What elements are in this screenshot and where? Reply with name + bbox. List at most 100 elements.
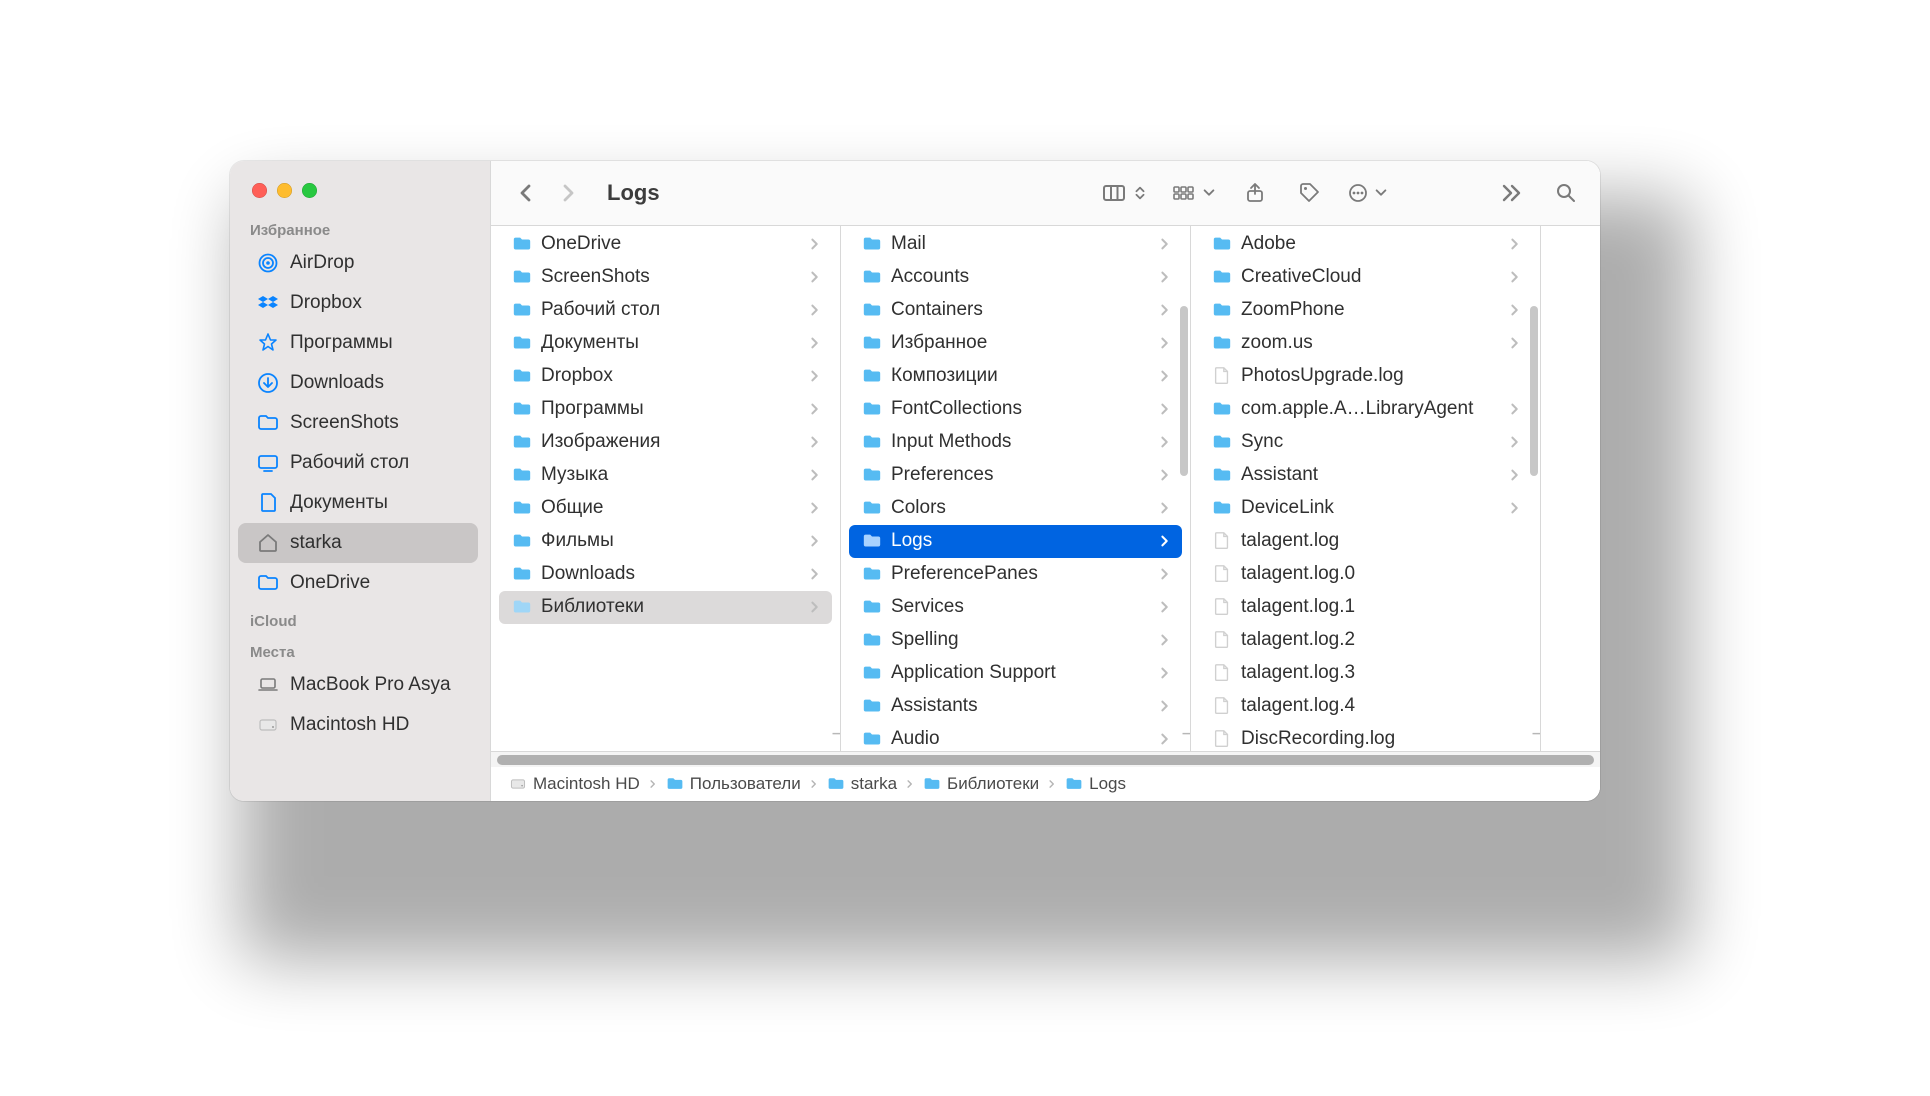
folder-row[interactable]: PreferencePanes — [849, 558, 1182, 591]
folder-row[interactable]: Colors — [849, 492, 1182, 525]
hdd-icon — [509, 775, 527, 793]
folder-row[interactable]: Библиотеки — [499, 591, 832, 624]
folder-row[interactable]: Assistants — [849, 690, 1182, 723]
folder-row[interactable]: Рабочий стол — [499, 294, 832, 327]
sidebar-item[interactable]: OneDrive — [238, 563, 478, 603]
browser-column[interactable]: OneDriveScreenShotsРабочий столДокументы… — [491, 226, 841, 751]
item-label: Sync — [1241, 431, 1508, 453]
sidebar-item[interactable]: starka — [238, 523, 478, 563]
download-icon — [256, 371, 280, 395]
folder-icon — [511, 497, 533, 519]
folder-row[interactable]: Фильмы — [499, 525, 832, 558]
share-button[interactable] — [1240, 176, 1270, 210]
item-label: Композиции — [891, 365, 1158, 387]
toolbar-overflow-button[interactable] — [1496, 176, 1526, 210]
column-resize-handle[interactable]: || — [833, 719, 841, 747]
folder-row[interactable]: com.apple.A…LibraryAgent — [1199, 393, 1532, 426]
folder-row[interactable]: Accounts — [849, 261, 1182, 294]
column-resize-handle[interactable]: || — [1183, 719, 1191, 747]
sidebar-item[interactable]: Программы — [238, 323, 478, 363]
close-window-button[interactable] — [252, 183, 267, 198]
sidebar-item-label: Downloads — [290, 372, 384, 394]
search-button[interactable] — [1550, 176, 1580, 210]
folder-row[interactable]: FontCollections — [849, 393, 1182, 426]
sidebar-item[interactable]: ScreenShots — [238, 403, 478, 443]
file-row[interactable]: talagent.log — [1199, 525, 1532, 558]
sidebar-item-label: starka — [290, 532, 342, 554]
sidebar: ИзбранноеAirDropDropboxПрограммыDownload… — [230, 161, 490, 801]
folder-row[interactable]: Logs — [849, 525, 1182, 558]
browser-column[interactable]: AdobeCreativeCloudZoomPhonezoom.usPhotos… — [1191, 226, 1541, 751]
folder-row[interactable]: Audio — [849, 723, 1182, 751]
folder-row[interactable]: Application Support — [849, 657, 1182, 690]
file-row[interactable]: DiscRecording.log — [1199, 723, 1532, 751]
folder-row[interactable]: Sync — [1199, 426, 1532, 459]
folder-row[interactable]: Input Methods — [849, 426, 1182, 459]
item-label: Музыка — [541, 464, 808, 486]
folder-row[interactable]: ZoomPhone — [1199, 294, 1532, 327]
zoom-window-button[interactable] — [302, 183, 317, 198]
breadcrumb[interactable]: Библиотеки — [923, 774, 1039, 794]
folder-row[interactable]: Избранное — [849, 327, 1182, 360]
folder-row[interactable]: Spelling — [849, 624, 1182, 657]
folder-row[interactable]: Services — [849, 591, 1182, 624]
file-row[interactable]: talagent.log.4 — [1199, 690, 1532, 723]
vertical-scrollbar[interactable] — [1530, 306, 1538, 476]
sidebar-item[interactable]: Dropbox — [238, 283, 478, 323]
folder-row[interactable]: OneDrive — [499, 228, 832, 261]
folder-row[interactable]: Документы — [499, 327, 832, 360]
folder-row[interactable]: zoom.us — [1199, 327, 1532, 360]
file-row[interactable]: talagent.log.0 — [1199, 558, 1532, 591]
minimize-window-button[interactable] — [277, 183, 292, 198]
tags-button[interactable] — [1294, 176, 1324, 210]
file-row[interactable]: talagent.log.3 — [1199, 657, 1532, 690]
folder-row[interactable]: Preferences — [849, 459, 1182, 492]
folder-row[interactable]: DeviceLink — [1199, 492, 1532, 525]
view-mode-button[interactable] — [1102, 183, 1148, 203]
folder-row[interactable]: Общие — [499, 492, 832, 525]
folder-icon — [1065, 775, 1083, 793]
back-button[interactable] — [511, 176, 541, 210]
folder-icon — [511, 332, 533, 354]
folder-row[interactable]: Изображения — [499, 426, 832, 459]
folder-row[interactable]: CreativeCloud — [1199, 261, 1532, 294]
chevron-right-icon — [903, 778, 917, 790]
folder-row[interactable]: Mail — [849, 228, 1182, 261]
sidebar-item[interactable]: Рабочий стол — [238, 443, 478, 483]
sidebar-item[interactable]: AirDrop — [238, 243, 478, 283]
vertical-scrollbar[interactable] — [1180, 306, 1188, 476]
forward-button[interactable] — [553, 176, 583, 210]
folder-row[interactable]: ScreenShots — [499, 261, 832, 294]
folder-row[interactable]: Программы — [499, 393, 832, 426]
group-by-button[interactable] — [1172, 184, 1216, 202]
folder-row[interactable]: Музыка — [499, 459, 832, 492]
chevron-right-icon — [808, 269, 822, 285]
folder-row[interactable]: Dropbox — [499, 360, 832, 393]
breadcrumb[interactable]: Logs — [1065, 774, 1126, 794]
folder-row[interactable]: Композиции — [849, 360, 1182, 393]
item-label: Изображения — [541, 431, 808, 453]
breadcrumb[interactable]: Macintosh HD — [509, 774, 640, 794]
chevron-right-icon — [1158, 302, 1172, 318]
item-label: Общие — [541, 497, 808, 519]
file-row[interactable]: PhotosUpgrade.log — [1199, 360, 1532, 393]
folder-row[interactable]: Adobe — [1199, 228, 1532, 261]
folder-row[interactable]: Assistant — [1199, 459, 1532, 492]
sidebar-item[interactable]: MacBook Pro Asya — [238, 665, 478, 705]
file-row[interactable]: talagent.log.2 — [1199, 624, 1532, 657]
toolbar: Logs — [491, 161, 1600, 226]
sidebar-item[interactable]: Macintosh HD — [238, 705, 478, 745]
breadcrumb[interactable]: Пользователи — [666, 774, 801, 794]
sidebar-item[interactable]: Downloads — [238, 363, 478, 403]
column-resize-handle[interactable]: || — [1533, 719, 1541, 747]
file-row[interactable]: talagent.log.1 — [1199, 591, 1532, 624]
browser-column[interactable]: MailAccountsContainersИзбранное Композици… — [841, 226, 1191, 751]
breadcrumb[interactable]: starka — [827, 774, 897, 794]
horizontal-scrollbar[interactable] — [491, 751, 1600, 767]
breadcrumb-label: starka — [851, 774, 897, 794]
folder-row[interactable]: Containers — [849, 294, 1182, 327]
item-label: FontCollections — [891, 398, 1158, 420]
sidebar-item[interactable]: Документы — [238, 483, 478, 523]
folder-row[interactable]: Downloads — [499, 558, 832, 591]
actions-menu-button[interactable] — [1348, 183, 1388, 203]
